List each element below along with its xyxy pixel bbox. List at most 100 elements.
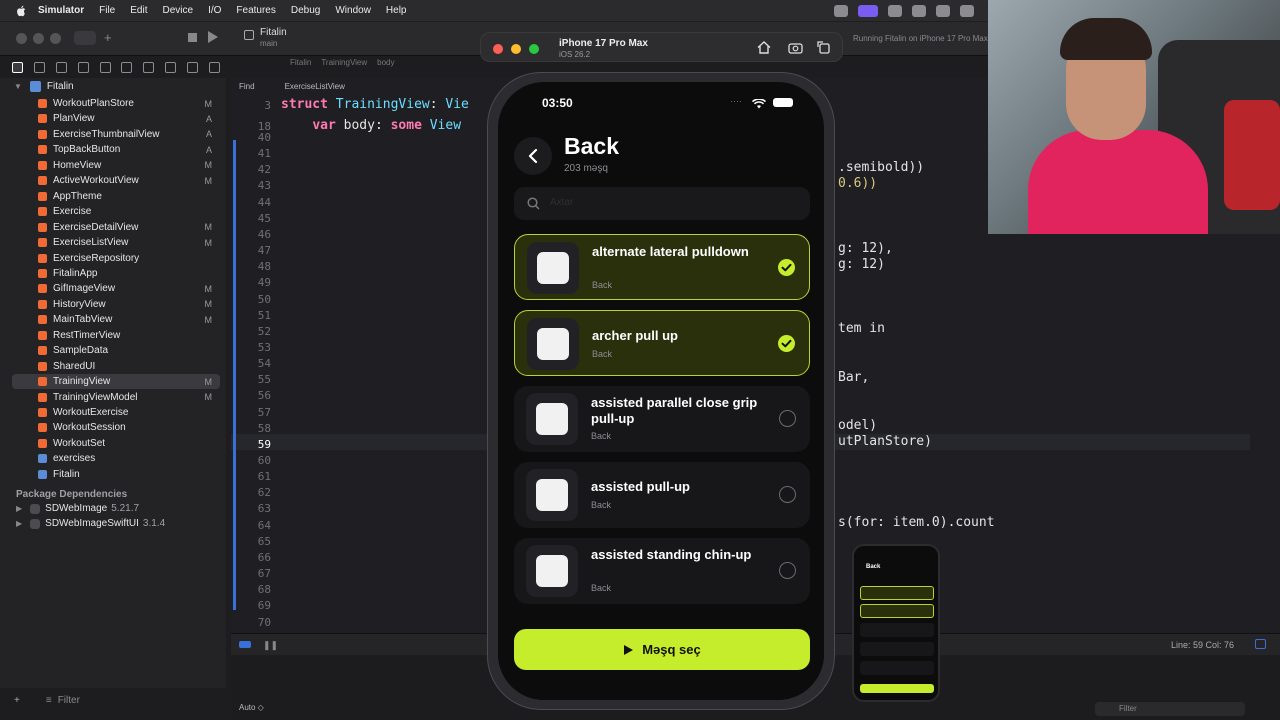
find-label[interactable]: Find [239, 82, 255, 91]
mini-card [860, 586, 934, 600]
sim-zoom-button[interactable] [529, 44, 539, 54]
breadcrumb-item[interactable]: Fitalin [290, 58, 311, 67]
breakpoints-icon[interactable] [239, 641, 251, 648]
exercise-count: 203 məşq [564, 163, 608, 174]
exercise-card[interactable]: alternate lateral pulldown Back [514, 234, 810, 300]
source-control-icon[interactable] [33, 61, 45, 73]
file-item[interactable]: SharedUI [12, 359, 220, 374]
status-battery-icon[interactable] [960, 4, 974, 17]
menu-features[interactable]: Features [236, 5, 275, 16]
navigator-filter[interactable]: + ≡ Filter [14, 692, 220, 708]
file-item[interactable]: MainTabView M [12, 312, 220, 327]
menu-window[interactable]: Window [335, 5, 371, 16]
stop-icon[interactable] [188, 33, 197, 42]
unchecked-circle-icon[interactable] [779, 562, 796, 579]
file-item[interactable]: WorkoutSession [12, 420, 220, 435]
status-pen-icon[interactable] [888, 4, 902, 17]
package-item[interactable]: ▶ SDWebImageSwiftUI 3.1.4 [16, 518, 165, 529]
test-icon[interactable] [143, 61, 155, 73]
file-item[interactable]: ExerciseRepository [12, 251, 220, 266]
checkmark-icon[interactable] [778, 259, 795, 276]
chevron-right-icon[interactable]: ▶ [16, 504, 22, 513]
console-filter[interactable]: Filter [1095, 702, 1245, 716]
hierarchy-icon[interactable] [77, 61, 89, 73]
file-item[interactable]: Fitalin [12, 467, 220, 482]
menu-app-name[interactable]: Simulator [38, 5, 84, 16]
report-icon[interactable] [208, 61, 220, 73]
file-item[interactable]: Exercise [12, 204, 220, 219]
swift-file-icon [38, 284, 47, 294]
zoom-window-button[interactable] [50, 33, 61, 44]
file-item[interactable]: ActiveWorkoutView M [12, 173, 220, 188]
status-app-icon[interactable] [834, 4, 848, 17]
debug-icon[interactable] [165, 61, 177, 73]
pause-icon[interactable]: ❚❚ [263, 640, 278, 651]
menu-edit[interactable]: Edit [130, 5, 147, 16]
add-icon[interactable]: + [104, 30, 112, 45]
sim-close-button[interactable] [493, 44, 503, 54]
menu-io[interactable]: I/O [208, 5, 221, 16]
breadcrumb-item[interactable]: body [377, 58, 394, 67]
search-field[interactable]: Axtar [514, 187, 810, 220]
run-icon[interactable] [208, 31, 218, 43]
file-item[interactable]: TrainingView M [12, 374, 220, 390]
project-navigator-icon[interactable] [12, 61, 23, 73]
warning-icon[interactable] [121, 61, 133, 73]
search-icon[interactable] [99, 61, 111, 73]
breakpoint-icon[interactable] [187, 61, 198, 73]
sidebar-toggle-icon[interactable] [74, 31, 96, 45]
auto-selector[interactable]: Auto ◇ [239, 703, 264, 712]
menu-device[interactable]: Device [162, 5, 193, 16]
close-window-button[interactable] [16, 33, 27, 44]
unchecked-circle-icon[interactable] [779, 486, 796, 503]
bookmark-icon[interactable] [55, 61, 67, 73]
file-item[interactable]: FitalinApp [12, 266, 220, 281]
file-item[interactable]: PlanView A [12, 111, 220, 126]
chevron-right-icon[interactable]: ▶ [16, 519, 22, 528]
screenshot-icon[interactable] [788, 41, 803, 59]
exercise-card[interactable]: archer pull up Back [514, 310, 810, 376]
layout-icon[interactable] [1255, 639, 1266, 649]
file-item[interactable]: RestTimerView [12, 328, 220, 343]
exercise-card[interactable]: assisted parallel close grip pull-up Back [514, 386, 810, 452]
menu-debug[interactable]: Debug [291, 5, 320, 16]
exercise-card[interactable]: assisted standing chin-up Back [514, 538, 810, 604]
file-item[interactable]: ExerciseThumbnailView A [12, 127, 220, 142]
back-button[interactable] [514, 137, 552, 175]
file-item[interactable]: ExerciseDetailView M [12, 220, 220, 235]
rotate-icon[interactable] [817, 41, 830, 59]
file-item[interactable]: AppTheme [12, 189, 220, 204]
jump-file[interactable]: ExerciseListView [285, 82, 345, 91]
file-item[interactable]: ExerciseListView M [12, 235, 220, 250]
menu-help[interactable]: Help [386, 5, 407, 16]
status-notion-icon[interactable] [936, 4, 950, 17]
select-workout-button[interactable]: Məşq seç [514, 629, 810, 670]
menu-file[interactable]: File [99, 5, 115, 16]
unchecked-circle-icon[interactable] [779, 410, 796, 427]
breadcrumb-item[interactable]: TrainingView [321, 58, 367, 67]
file-item[interactable]: WorkoutSet [12, 436, 220, 451]
exercise-card[interactable]: assisted pull-up Back [514, 462, 810, 528]
chevron-down-icon[interactable]: ▼ [14, 82, 22, 91]
status-recording-icon[interactable] [858, 4, 878, 17]
screenshot-preview-thumbnail[interactable]: Back [852, 544, 940, 702]
project-root[interactable]: ▼ Fitalin [14, 81, 74, 92]
scheme-title[interactable]: Fitalin [260, 27, 287, 38]
home-icon[interactable] [757, 41, 771, 59]
checkmark-icon[interactable] [778, 335, 795, 352]
status-eye-icon[interactable] [912, 4, 926, 17]
file-item[interactable]: HistoryView M [12, 297, 220, 312]
file-item[interactable]: TrainingViewModel M [12, 390, 220, 405]
file-item[interactable]: SampleData [12, 343, 220, 358]
package-item[interactable]: ▶ SDWebImage 5.21.7 [16, 503, 139, 514]
file-item[interactable]: HomeView M [12, 158, 220, 173]
file-item[interactable]: exercises [12, 451, 220, 466]
file-item[interactable]: WorkoutPlanStore M [12, 96, 220, 111]
add-file-icon[interactable]: + [14, 695, 20, 706]
apple-menu-icon[interactable] [14, 4, 28, 18]
sim-minimize-button[interactable] [511, 44, 521, 54]
file-item[interactable]: GifImageView M [12, 281, 220, 296]
file-item[interactable]: TopBackButton A [12, 142, 220, 157]
file-item[interactable]: WorkoutExercise [12, 405, 220, 420]
minimize-window-button[interactable] [33, 33, 44, 44]
